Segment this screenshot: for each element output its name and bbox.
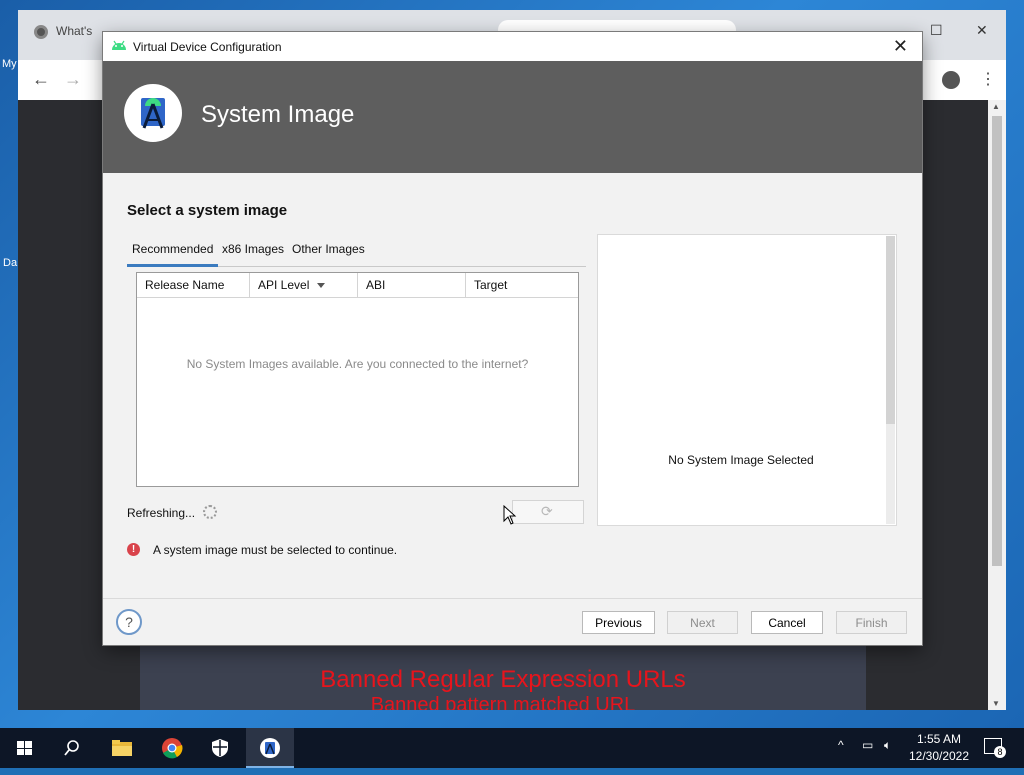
security-icon[interactable] [196,728,244,768]
notification-count-badge: 8 [994,746,1006,758]
image-preview-panel: No System Image Selected [597,234,897,526]
image-tabs: Recommended x86 Images Other Images [127,240,586,267]
back-icon[interactable]: ← [32,69,50,90]
android-studio-icon[interactable] [246,728,294,768]
mouse-cursor-icon [503,505,517,525]
tab-other-images[interactable]: Other Images [292,242,365,256]
close-icon[interactable]: ✕ [893,36,908,57]
clock-time: 1:55 AM [916,732,962,746]
refresh-status: Refreshing... [127,506,196,520]
android-studio-logo-icon [124,84,182,142]
section-title: Select a system image [127,202,288,219]
file-explorer-icon[interactable] [98,728,146,768]
chrome-tab-icon [34,24,48,39]
scrollbar-thumb[interactable] [992,116,1002,566]
dialog-header: System Image [103,61,922,173]
scroll-up-icon[interactable]: ▲ [992,102,1000,111]
loading-spinner-icon [203,505,217,519]
windows-icon [17,741,32,755]
previous-button[interactable]: Previous [582,611,655,634]
empty-table-message: No System Images available. Are you conn… [186,357,529,371]
chrome-icon[interactable] [148,728,196,768]
more-menu-icon[interactable]: ⋮ [980,69,996,89]
preview-message: No System Image Selected [668,453,814,467]
column-header-release-name[interactable]: Release Name [137,273,250,298]
error-icon: ! [127,543,140,556]
error-text: A system image must be selected to conti… [153,543,398,557]
preview-scrollbar[interactable] [886,236,895,524]
taskbar-search-icon[interactable] [48,728,96,768]
network-icon[interactable]: ▭ [862,738,873,752]
browser-scrollbar[interactable]: ▲ ▼ [988,100,1006,710]
scrollbar-thumb[interactable] [886,236,895,424]
profile-avatar-icon[interactable] [942,71,960,89]
page-title: System Image [201,101,355,128]
refresh-button[interactable]: ⟳ [512,500,584,524]
banner-title: Banned Regular Expression URLs [320,666,686,693]
start-button[interactable] [0,728,48,768]
banner-panel: Banned Regular Expression URLs Banned pa… [140,636,866,710]
volume-icon[interactable]: 🔈︎ [884,738,891,753]
browser-tab-title: What's [56,24,93,38]
column-header-api-level[interactable]: API Level [250,273,358,298]
scroll-down-icon[interactable]: ▼ [992,699,1000,708]
clock-date: 12/30/2022 [908,749,970,763]
tab-x86-images[interactable]: x86 Images [222,242,284,256]
desktop-icon-label[interactable]: Da [3,257,17,269]
system-clock[interactable]: 1:55 AM 12/30/2022 [902,731,976,765]
footer-divider [103,598,922,599]
dialog-title: Virtual Device Configuration [133,40,282,54]
close-icon[interactable]: ✕ [976,22,988,39]
cancel-button[interactable]: Cancel [751,611,823,634]
dialog-titlebar: Virtual Device Configuration ✕ [103,32,922,61]
banner-subtitle: Banned pattern matched URL [370,694,636,710]
android-icon [112,40,126,50]
taskbar: ^ ▭ 🔈︎ 1:55 AM 12/30/2022 8 [0,728,1024,768]
virtual-device-dialog: Virtual Device Configuration ✕ System Im… [103,32,922,645]
refresh-icon: ⟳ [541,503,553,519]
next-button[interactable]: Next [667,611,738,634]
column-header-target[interactable]: Target [466,273,578,298]
finish-button[interactable]: Finish [836,611,907,634]
maximize-icon[interactable]: ☐ [930,22,943,39]
sort-descending-icon [317,283,326,289]
tab-recommended[interactable]: Recommended [132,242,213,256]
notification-center-icon[interactable]: 8 [984,738,1006,758]
forward-icon[interactable]: → [64,69,82,90]
show-hidden-icons-icon[interactable]: ^ [838,738,844,752]
selected-tab-indicator [127,264,218,267]
help-button[interactable]: ? [116,609,142,635]
system-image-table[interactable]: Release Name API Level ABI Target No Sys… [136,272,579,487]
column-header-abi[interactable]: ABI [358,273,466,298]
desktop-icon-label[interactable]: My [2,58,17,70]
